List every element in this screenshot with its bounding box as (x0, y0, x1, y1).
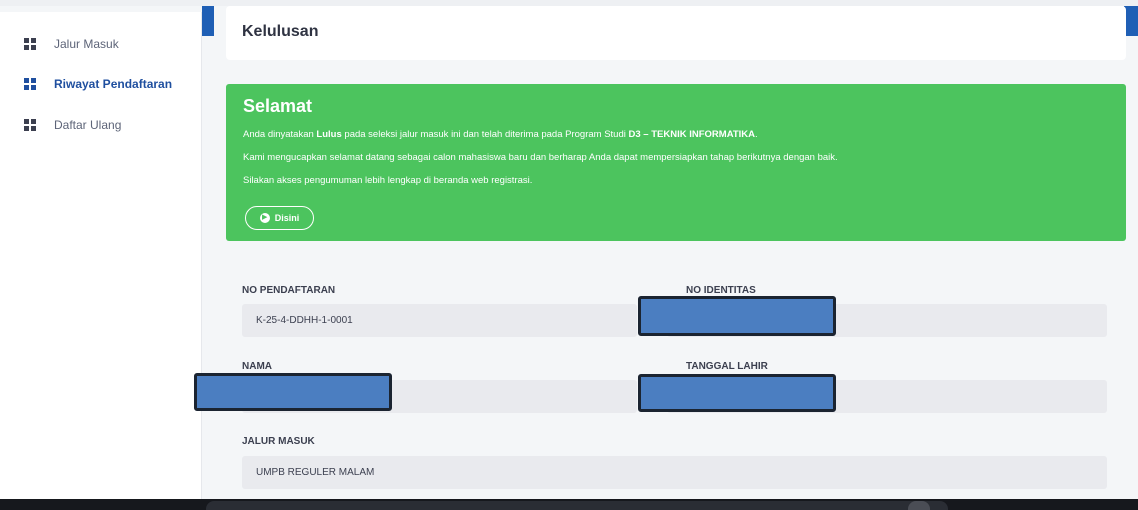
redaction-box-nama (194, 373, 392, 411)
no-pendaftaran-value: K-25-4-DDHH-1-0001 (256, 315, 353, 326)
alert-message-line-3: Silakan akses pengumuman lebih lengkap d… (243, 175, 533, 186)
alert-program-studi: D3 – TEKNIK INFORMATIKA (628, 129, 756, 140)
grid-icon (24, 78, 36, 90)
tanggal-lahir-label: TANGGAL LAHIR (686, 361, 768, 372)
nama-label: NAMA (242, 361, 272, 372)
no-identitas-label: NO IDENTITAS (686, 285, 756, 296)
alert-status-lulus: Lulus (316, 129, 342, 140)
disini-button-label: Disini (274, 213, 300, 223)
sidebar-item-label: Daftar Ulang (54, 118, 122, 132)
redaction-box-no-identitas (638, 296, 836, 336)
no-pendaftaran-label: NO PENDAFTARAN (242, 285, 336, 296)
page-title: Kelulusan (242, 23, 319, 40)
alert-text: pada seleksi jalur masuk ini dan telah d… (341, 129, 629, 140)
sidebar: Jalur Masuk Riwayat Pendaftaran Daftar U… (0, 12, 202, 499)
disini-button[interactable]: ▶ Disini (245, 206, 314, 230)
dock-icon (908, 501, 930, 510)
jalur-masuk-field: UMPB REGULER MALAM (242, 456, 1107, 489)
alert-title: Selamat (243, 96, 313, 116)
grid-icon (24, 38, 36, 50)
arrow-right-circle-icon: ▶ (259, 213, 270, 223)
sidebar-item-jalur-masuk[interactable]: Jalur Masuk (24, 33, 119, 55)
jalur-masuk-label: JALUR MASUK (242, 436, 315, 447)
sidebar-item-riwayat-pendaftaran[interactable]: Riwayat Pendaftaran (24, 73, 172, 95)
grid-icon (24, 119, 36, 131)
header-accent-left (202, 6, 214, 36)
no-pendaftaran-field: K-25-4-DDHH-1-0001 (242, 304, 637, 337)
sidebar-item-label: Jalur Masuk (54, 37, 119, 51)
alert-message-line-1: Anda dinyatakan Lulus pada seleksi jalur… (243, 129, 758, 140)
redaction-box-tanggal-lahir (638, 374, 836, 412)
jalur-masuk-value: UMPB REGULER MALAM (256, 467, 375, 478)
page-header: Kelulusan (226, 6, 1126, 60)
bottom-dock (0, 499, 1138, 510)
alert-text: Anda dinyatakan (243, 129, 317, 140)
header-accent-right (1124, 6, 1138, 36)
alert-text: . (755, 129, 758, 140)
sidebar-item-daftar-ulang[interactable]: Daftar Ulang (24, 114, 121, 136)
success-alert: Selamat Anda dinyatakan Lulus pada selek… (226, 84, 1126, 241)
dock-bar (206, 501, 948, 510)
sidebar-item-label: Riwayat Pendaftaran (54, 77, 173, 91)
alert-message-line-2: Kami mengucapkan selamat datang sebagai … (243, 152, 838, 163)
